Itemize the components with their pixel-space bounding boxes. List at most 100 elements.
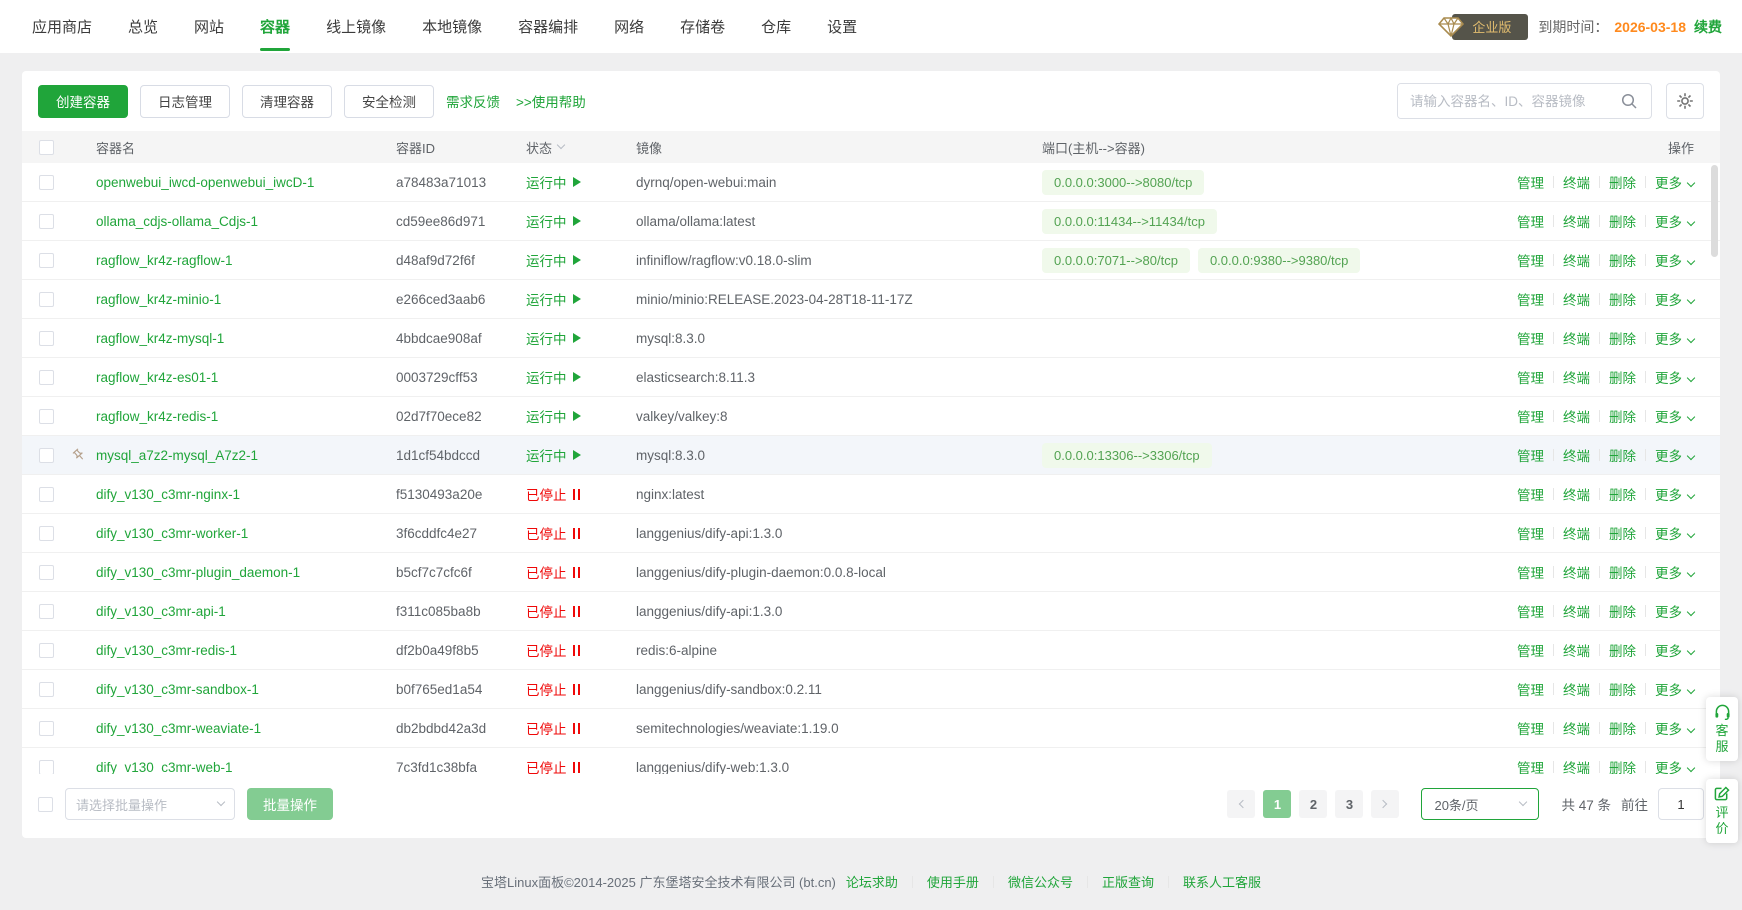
action-delete[interactable]: 删除 — [1609, 523, 1636, 543]
header-status[interactable]: 状态 — [526, 138, 636, 157]
action-delete[interactable]: 删除 — [1609, 601, 1636, 621]
container-name-link[interactable]: ragflow_kr4z-mysql-1 — [96, 331, 224, 346]
create-container-button[interactable]: 创建容器 — [38, 85, 128, 118]
action-more[interactable]: 更多 — [1655, 562, 1694, 582]
action-manage[interactable]: 管理 — [1517, 367, 1544, 387]
search-button[interactable] — [1607, 84, 1651, 118]
action-manage[interactable]: 管理 — [1517, 406, 1544, 426]
customer-service-widget[interactable]: 客服 — [1706, 697, 1738, 761]
action-manage[interactable]: 管理 — [1517, 640, 1544, 660]
container-name-link[interactable]: ragflow_kr4z-redis-1 — [96, 409, 218, 424]
row-checkbox[interactable] — [39, 292, 54, 307]
action-delete[interactable]: 删除 — [1609, 328, 1636, 348]
action-delete[interactable]: 删除 — [1609, 289, 1636, 309]
row-checkbox[interactable] — [39, 331, 54, 346]
footer-link-3[interactable]: 微信公众号 — [1008, 872, 1073, 891]
action-manage[interactable]: 管理 — [1517, 484, 1544, 504]
batch-select-all-checkbox[interactable] — [38, 797, 53, 812]
footer-link-1[interactable]: 论坛求助 — [846, 872, 898, 891]
action-terminal[interactable]: 终端 — [1563, 445, 1590, 465]
container-name-link[interactable]: ragflow_kr4z-minio-1 — [96, 292, 221, 307]
action-terminal[interactable]: 终端 — [1563, 562, 1590, 582]
footer-link-4[interactable]: 正版查询 — [1102, 872, 1154, 891]
batch-apply-button[interactable]: 批量操作 — [247, 788, 333, 820]
row-checkbox[interactable] — [39, 682, 54, 697]
select-all-checkbox[interactable] — [39, 140, 54, 155]
row-checkbox[interactable] — [39, 448, 54, 463]
container-name-link[interactable]: openwebui_iwcd-openwebui_iwcD-1 — [96, 175, 314, 190]
action-delete[interactable]: 删除 — [1609, 562, 1636, 582]
action-delete[interactable]: 删除 — [1609, 445, 1636, 465]
action-terminal[interactable]: 终端 — [1563, 718, 1590, 738]
batch-operation-select[interactable]: 请选择批量操作 — [65, 788, 235, 820]
toolbar-button-3[interactable]: 安全检测 — [344, 85, 434, 118]
row-checkbox[interactable] — [39, 526, 54, 541]
row-checkbox[interactable] — [39, 370, 54, 385]
row-checkbox[interactable] — [39, 565, 54, 580]
search-input[interactable] — [1398, 84, 1607, 118]
action-delete[interactable]: 删除 — [1609, 367, 1636, 387]
nav-item-3[interactable]: 网站 — [176, 0, 242, 53]
action-manage[interactable]: 管理 — [1517, 562, 1544, 582]
action-more[interactable]: 更多 — [1655, 250, 1694, 270]
container-name-link[interactable]: dify_v130_c3mr-api-1 — [96, 604, 226, 619]
container-name-link[interactable]: dify_v130_c3mr-plugin_daemon-1 — [96, 565, 300, 580]
action-more[interactable]: 更多 — [1655, 640, 1694, 660]
action-more[interactable]: 更多 — [1655, 289, 1694, 309]
nav-item-11[interactable]: 设置 — [809, 0, 875, 53]
row-checkbox[interactable] — [39, 721, 54, 736]
action-delete[interactable]: 删除 — [1609, 679, 1636, 699]
page-button-1[interactable]: 1 — [1263, 790, 1291, 818]
action-more[interactable]: 更多 — [1655, 211, 1694, 231]
action-terminal[interactable]: 终端 — [1563, 367, 1590, 387]
action-manage[interactable]: 管理 — [1517, 250, 1544, 270]
row-checkbox[interactable] — [39, 604, 54, 619]
action-terminal[interactable]: 终端 — [1563, 484, 1590, 504]
page-button-3[interactable]: 3 — [1335, 790, 1363, 818]
renew-link[interactable]: 续费 — [1694, 17, 1722, 37]
action-more[interactable]: 更多 — [1655, 172, 1694, 192]
container-name-link[interactable]: dify_v130_c3mr-worker-1 — [96, 526, 248, 541]
review-widget[interactable]: 评价 — [1706, 779, 1738, 843]
action-terminal[interactable]: 终端 — [1563, 679, 1590, 699]
container-name-link[interactable]: dify_v130_c3mr-redis-1 — [96, 643, 237, 658]
toolbar-button-2[interactable]: 清理容器 — [242, 85, 332, 118]
container-name-link[interactable]: ragflow_kr4z-ragflow-1 — [96, 253, 233, 268]
toolbar-button-1[interactable]: 日志管理 — [140, 85, 230, 118]
row-checkbox[interactable] — [39, 253, 54, 268]
action-terminal[interactable]: 终端 — [1563, 211, 1590, 231]
row-checkbox[interactable] — [39, 487, 54, 502]
action-delete[interactable]: 删除 — [1609, 250, 1636, 270]
row-checkbox[interactable] — [39, 760, 54, 775]
action-delete[interactable]: 删除 — [1609, 640, 1636, 660]
action-terminal[interactable]: 终端 — [1563, 250, 1590, 270]
action-more[interactable]: 更多 — [1655, 523, 1694, 543]
footer-link-5[interactable]: 联系人工客服 — [1183, 872, 1261, 891]
nav-item-6[interactable]: 本地镜像 — [404, 0, 500, 53]
action-manage[interactable]: 管理 — [1517, 679, 1544, 699]
action-more[interactable]: 更多 — [1655, 718, 1694, 738]
scrollbar-thumb[interactable] — [1711, 165, 1718, 257]
action-more[interactable]: 更多 — [1655, 328, 1694, 348]
action-more[interactable]: 更多 — [1655, 367, 1694, 387]
nav-item-1[interactable]: 应用商店 — [14, 0, 110, 53]
container-name-link[interactable]: dify_v130_c3mr-weaviate-1 — [96, 721, 261, 736]
action-terminal[interactable]: 终端 — [1563, 757, 1590, 774]
action-terminal[interactable]: 终端 — [1563, 289, 1590, 309]
settings-button[interactable] — [1666, 83, 1704, 119]
page-size-select[interactable]: 20条/页 — [1421, 788, 1539, 820]
prev-page-button[interactable] — [1227, 790, 1255, 818]
action-more[interactable]: 更多 — [1655, 484, 1694, 504]
row-checkbox[interactable] — [39, 643, 54, 658]
action-manage[interactable]: 管理 — [1517, 172, 1544, 192]
nav-item-2[interactable]: 总览 — [110, 0, 176, 53]
help-link[interactable]: >>使用帮助 — [516, 91, 586, 111]
footer-link-2[interactable]: 使用手册 — [927, 872, 979, 891]
action-terminal[interactable]: 终端 — [1563, 172, 1590, 192]
table-scrollbar[interactable] — [1711, 163, 1718, 774]
action-delete[interactable]: 删除 — [1609, 757, 1636, 774]
container-name-link[interactable]: ragflow_kr4z-es01-1 — [96, 370, 218, 385]
action-manage[interactable]: 管理 — [1517, 757, 1544, 774]
row-checkbox[interactable] — [39, 214, 54, 229]
next-page-button[interactable] — [1371, 790, 1399, 818]
